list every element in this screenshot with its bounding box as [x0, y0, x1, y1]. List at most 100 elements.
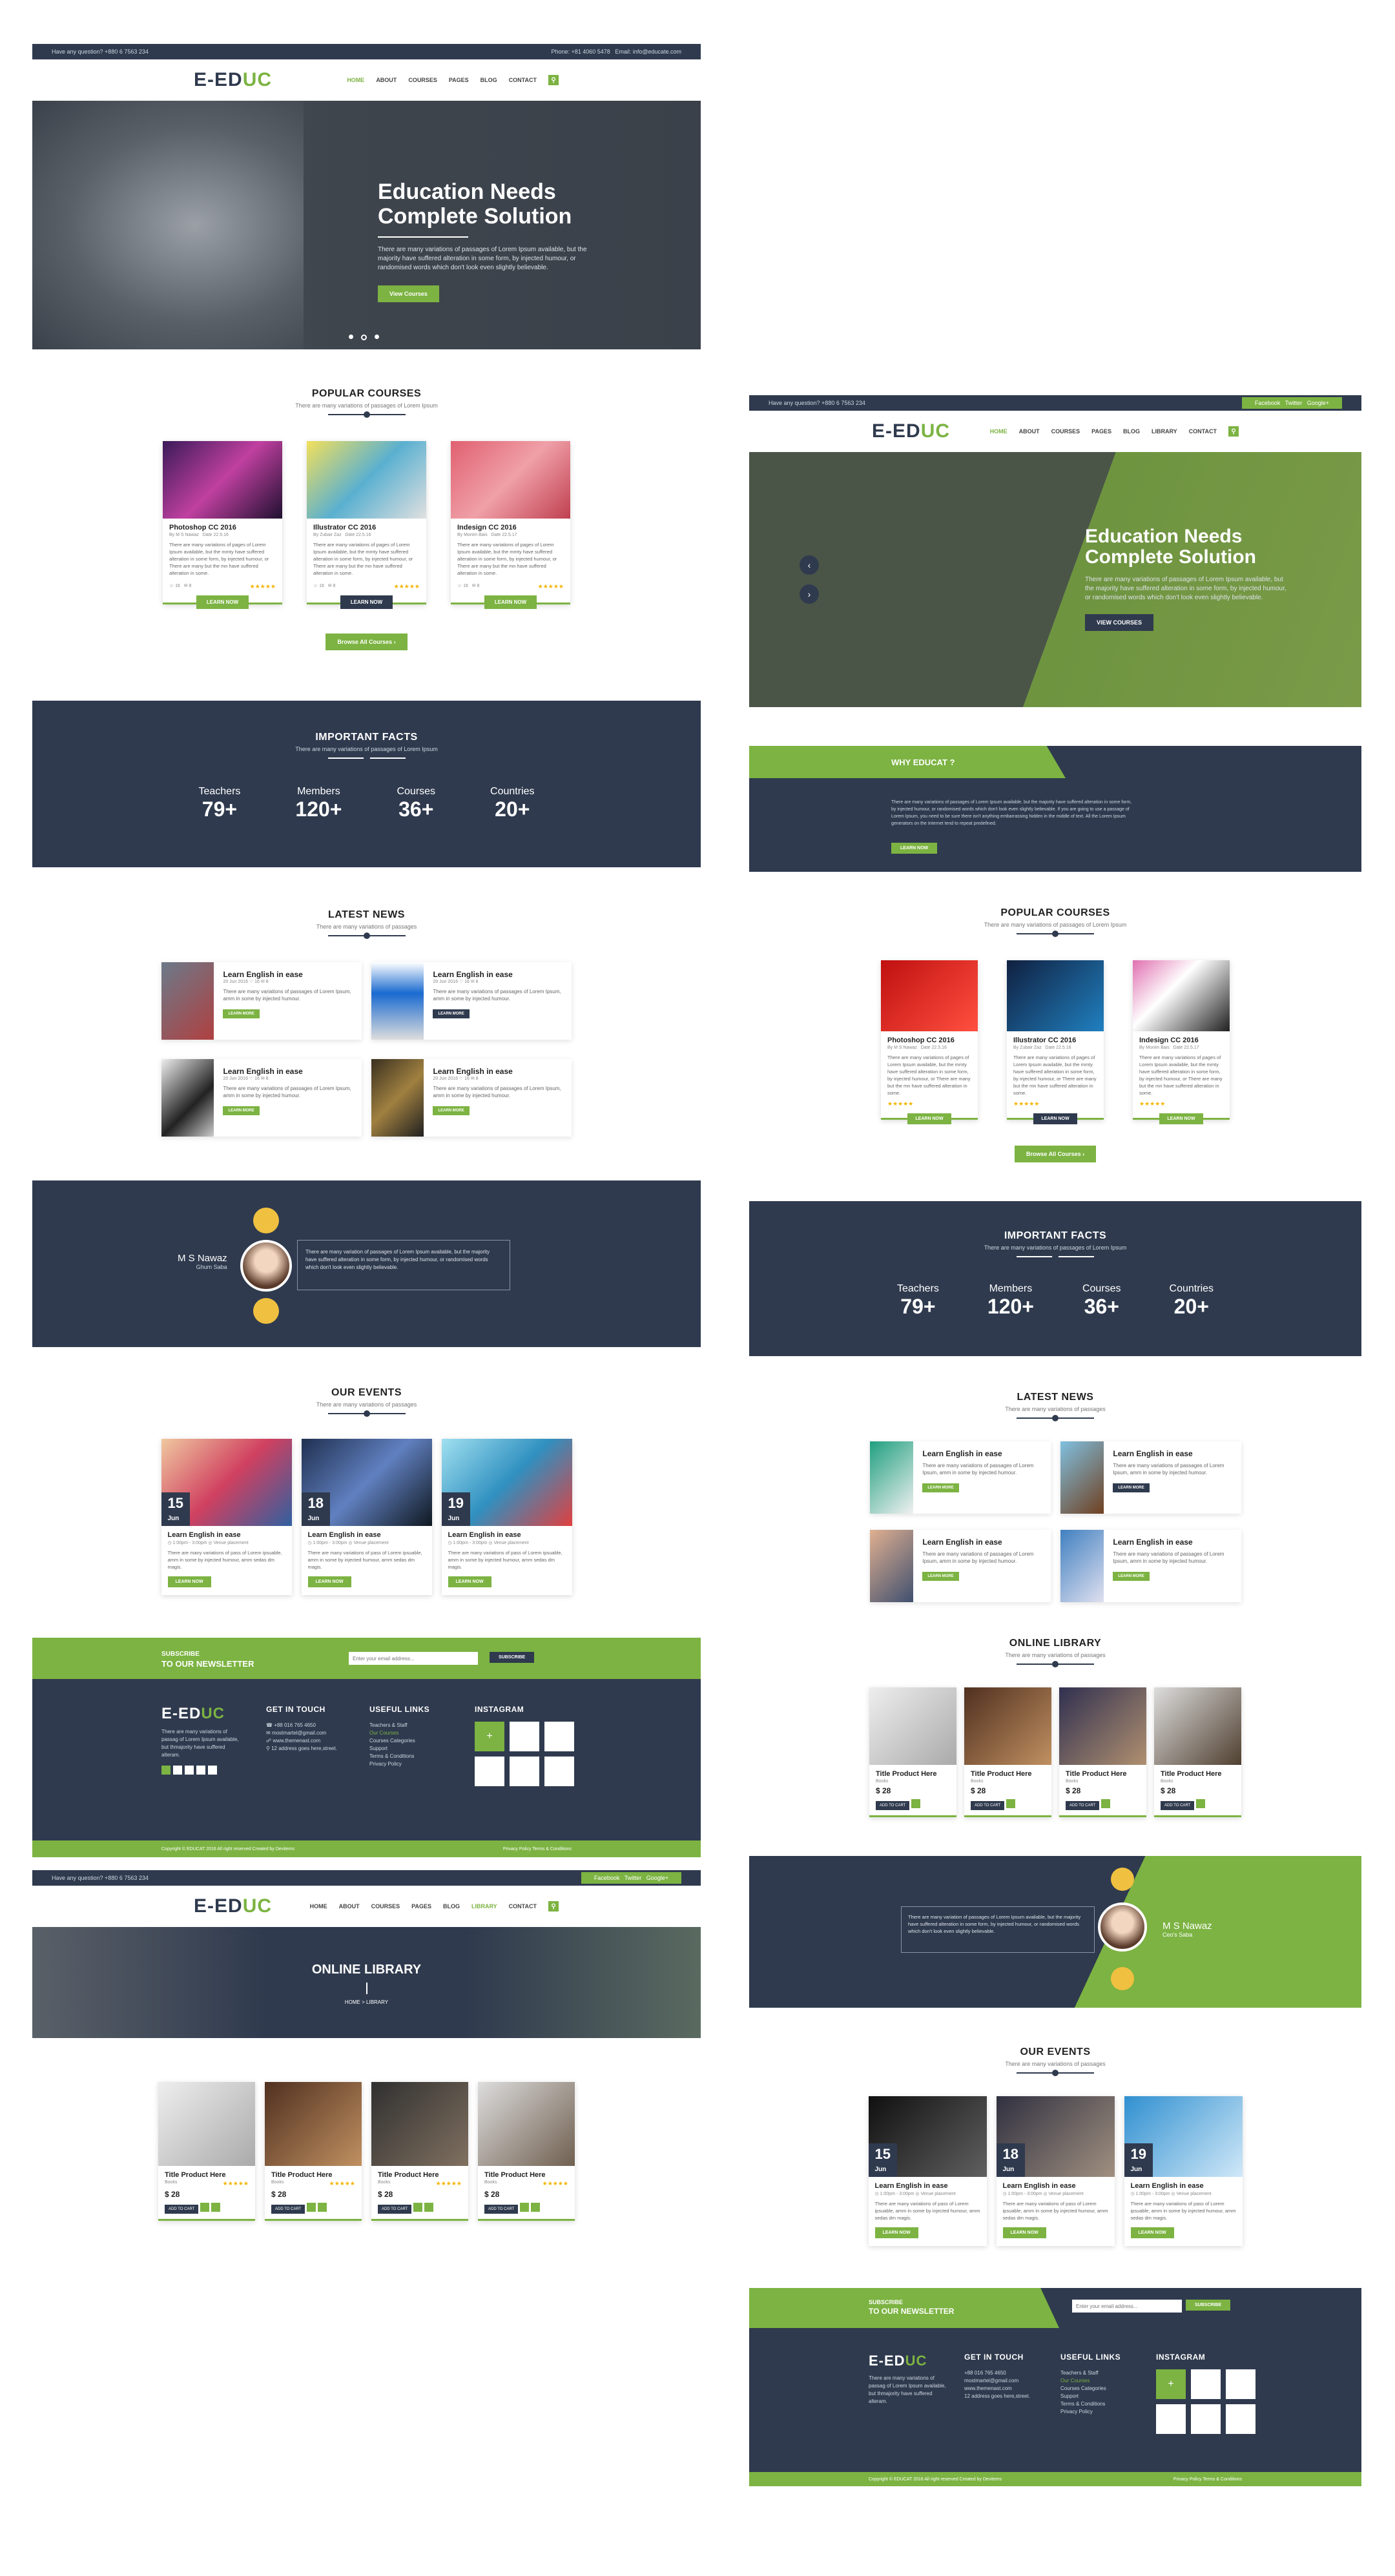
heart-icon[interactable] — [1101, 1798, 1111, 1808]
menu-pages[interactable]: PAGES — [1091, 428, 1111, 435]
learn-now-button[interactable]: LEARN NOW — [1130, 2227, 1174, 2238]
browse-all-courses-button[interactable]: Browse All Courses › — [1014, 1146, 1097, 1162]
learn-now-button[interactable]: LEARN NOW — [1033, 1113, 1077, 1124]
menu-courses[interactable]: COURSES — [371, 1903, 400, 1910]
add-to-cart-button[interactable]: ADD TO CART — [484, 2205, 519, 2214]
library-item[interactable]: Title Product Here Books ★★★★★ $ 28 ADD TO C… — [478, 2082, 575, 2221]
event-card[interactable]: 19 Jun Learn English in ease ◷ 1:00pm - 3:0… — [1124, 2096, 1243, 2246]
event-card[interactable]: 18 Jun Learn English in ease ◷ 1:00pm - 3:0… — [301, 1439, 432, 1595]
library-item[interactable]: Title Product Here Books ★★★★★ $ 28 ADD TO C… — [265, 2082, 362, 2221]
news-item[interactable]: Learn English in ease 20 Jun 2016 ♡ 16 ✉ … — [161, 1059, 362, 1137]
heart-icon[interactable] — [520, 2202, 530, 2212]
learn-more-button[interactable]: LEARN MORE — [922, 1572, 959, 1581]
news-item[interactable]: Learn English in ease There are many vari… — [869, 1530, 1051, 1602]
logo[interactable]: E-EDUC — [194, 69, 272, 91]
compare-icon[interactable] — [318, 2202, 327, 2212]
newsletter-email-input[interactable] — [349, 1652, 478, 1665]
slider-prev-arrow[interactable]: ‹ — [800, 555, 819, 575]
learn-now-button[interactable]: LEARN NOW — [167, 1576, 211, 1587]
menu-courses[interactable]: COURSES — [408, 77, 437, 83]
learn-now-button[interactable]: LEARN NOW — [1159, 1113, 1203, 1124]
course-card[interactable]: Indesign CC 2016 By Monim Bais Date 22.5… — [451, 441, 570, 609]
heart-icon[interactable] — [200, 2202, 210, 2212]
menu-blog[interactable]: BLOG — [1123, 428, 1140, 435]
browse-all-courses-button[interactable]: Browse All Courses › — [326, 634, 408, 650]
learn-more-button[interactable]: LEARN MORE — [922, 1483, 959, 1492]
add-to-cart-button[interactable]: ADD TO CART — [271, 2205, 305, 2214]
learn-more-button[interactable]: LEARN MORE — [433, 1106, 470, 1115]
footer-link[interactable]: Teachers & Staff — [369, 1722, 429, 1729]
add-to-cart-button[interactable]: ADD TO CART — [971, 1801, 1005, 1810]
course-card[interactable]: Illustrator CC 2016 By Zubair Zaz Date 2… — [307, 441, 426, 609]
menu-courses[interactable]: COURSES — [1051, 428, 1080, 435]
search-icon[interactable]: ⚲ — [548, 1901, 559, 1911]
menu-about[interactable]: ABOUT — [1019, 428, 1040, 435]
footer-link[interactable]: Privacy Policy — [369, 1760, 429, 1768]
search-icon[interactable]: ⚲ — [1228, 426, 1239, 437]
menu-about[interactable]: ABOUT — [376, 77, 397, 83]
add-to-cart-button[interactable]: ADD TO CART — [165, 2205, 199, 2214]
learn-more-button[interactable]: LEARN MORE — [433, 1009, 470, 1018]
facebook-icon[interactable] — [161, 1766, 170, 1775]
google-icon[interactable] — [185, 1766, 194, 1775]
menu-home[interactable]: HOME — [990, 428, 1008, 435]
subscribe-button[interactable]: SUBSCRIBE — [1186, 2300, 1231, 2311]
menu-pages[interactable]: PAGES — [411, 1903, 431, 1910]
slider-dot-active[interactable] — [361, 335, 367, 340]
learn-now-button[interactable]: LEARN NOW — [874, 2227, 918, 2238]
footer-link[interactable]: Terms & Conditions — [369, 1753, 429, 1760]
learn-now-button[interactable]: LEARN NOW — [1002, 2227, 1046, 2238]
slider-dot[interactable] — [375, 335, 379, 339]
compare-icon[interactable] — [424, 2202, 434, 2212]
learn-now-button[interactable]: LEARN NOW — [307, 1576, 351, 1587]
menu-library[interactable]: LIBRARY — [1152, 428, 1177, 435]
course-card[interactable]: Photoshop CC 2016 By M S Nawaz Date 22.5… — [163, 441, 282, 609]
search-icon[interactable]: ⚲ — [548, 75, 559, 85]
add-to-cart-button[interactable]: ADD TO CART — [378, 2205, 412, 2214]
news-item[interactable]: Learn English in ease There are many vari… — [1060, 1530, 1241, 1602]
view-courses-button[interactable]: VIEW COURSES — [1085, 614, 1154, 631]
event-card[interactable]: 18 Jun Learn English in ease ◷ 1:00pm - 3:0… — [996, 2096, 1115, 2246]
newsletter-email-input[interactable] — [1072, 2300, 1182, 2313]
add-to-cart-button[interactable]: ADD TO CART — [1161, 1801, 1195, 1810]
learn-more-button[interactable]: LEARN MORE — [223, 1009, 260, 1018]
add-to-cart-button[interactable]: ADD TO CART — [876, 1801, 910, 1810]
course-card[interactable]: Indesign CC 2016 By Monim Bais Date 22.5.… — [1133, 960, 1230, 1124]
linkedin-icon[interactable] — [196, 1766, 205, 1775]
library-item[interactable]: Title Product Here Books $ 28 ADD TO CART — [964, 1687, 1051, 1817]
learn-now-button[interactable]: LEARN NOW — [340, 595, 393, 609]
menu-contact[interactable]: CONTACT — [509, 1903, 537, 1910]
course-card[interactable]: Photoshop CC 2016 By M S Nawaz Date 22.5.… — [881, 960, 978, 1124]
learn-now-button[interactable]: LEARN NOW — [891, 843, 938, 854]
menu-about[interactable]: ABOUT — [339, 1903, 360, 1910]
footer-link[interactable]: Support — [369, 1745, 429, 1753]
menu-blog[interactable]: BLOG — [443, 1903, 460, 1910]
course-title[interactable]: Indesign CC 2016 — [451, 519, 570, 533]
event-card[interactable]: 15 Jun Learn English in ease ◷ 1:00pm - 3:0… — [868, 2096, 987, 2246]
menu-pages[interactable]: PAGES — [449, 77, 469, 83]
footer-link[interactable]: Our Courses — [369, 1729, 429, 1737]
slider-prev-dot[interactable] — [253, 1208, 279, 1233]
learn-now-button[interactable]: LEARN NOW — [196, 595, 249, 609]
slider-next-arrow[interactable]: › — [800, 584, 819, 604]
menu-contact[interactable]: CONTACT — [1189, 428, 1217, 435]
course-title[interactable]: Photoshop CC 2016 — [163, 519, 282, 533]
twitter-icon[interactable] — [173, 1766, 182, 1775]
menu-home[interactable]: HOME — [347, 77, 364, 83]
learn-more-button[interactable]: LEARN MORE — [1113, 1572, 1150, 1581]
footer-logo[interactable]: E-EDUC — [161, 1705, 239, 1723]
menu-blog[interactable]: BLOG — [480, 77, 497, 83]
menu-contact[interactable]: CONTACT — [509, 77, 537, 83]
learn-now-button[interactable]: LEARN NOW — [484, 595, 537, 609]
compare-icon[interactable] — [531, 2202, 541, 2212]
learn-now-button[interactable]: LEARN NOW — [907, 1113, 951, 1124]
add-to-cart-button[interactable]: ADD TO CART — [1066, 1801, 1100, 1810]
news-item[interactable]: Learn English in ease 20 Jun 2016 ♡ 16 ✉ … — [161, 962, 362, 1040]
event-card[interactable]: 15 Jun Learn English in ease ◷ 1:00pm - 3:0… — [161, 1439, 292, 1595]
compare-icon[interactable] — [211, 2202, 221, 2212]
menu-library[interactable]: LIBRARY — [471, 1903, 497, 1910]
news-item[interactable]: Learn English in ease 20 Jun 2016 ♡ 16 ✉ … — [371, 1059, 572, 1137]
learn-more-button[interactable]: LEARN MORE — [1113, 1483, 1150, 1492]
heart-icon[interactable] — [1006, 1798, 1016, 1808]
slider-next-dot[interactable] — [253, 1298, 279, 1324]
